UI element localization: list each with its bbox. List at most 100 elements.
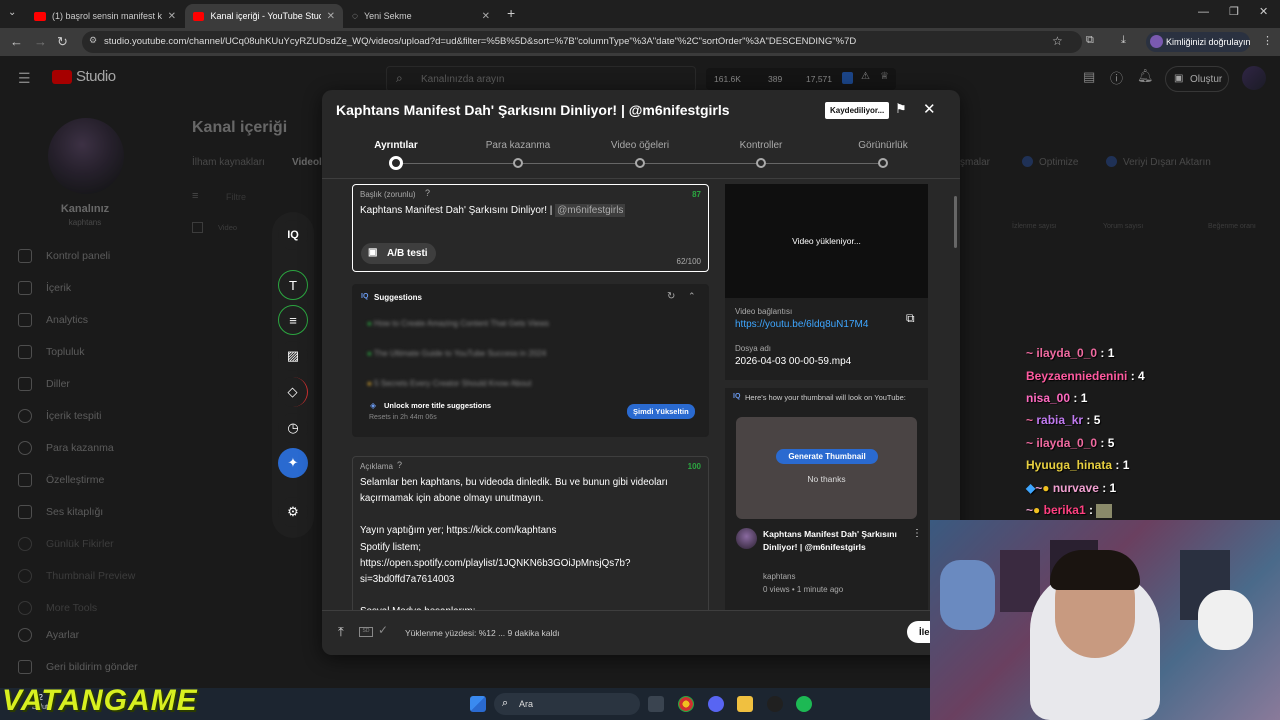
vidiq-logo-button[interactable]: IQ	[278, 220, 308, 250]
back-icon[interactable]: ←	[10, 34, 23, 49]
chat-line: Hyuuga_hinata : 1	[1026, 458, 1130, 472]
lock-icon: ◈	[370, 401, 377, 410]
help-icon[interactable]: ?	[425, 188, 430, 198]
video-link[interactable]: https://youtu.be/6ldq8uN17M4	[735, 319, 868, 330]
video-info: Video bağlantısı https://youtu.be/6ldq8u…	[725, 298, 928, 380]
title-input[interactable]: Kaphtans Manifest Dah' Şarkısını Dinliyo…	[360, 204, 626, 217]
new-tab-icon[interactable]: +	[507, 5, 515, 21]
file-name: 2026-04-03 00-00-59.mp4	[735, 356, 852, 367]
rail-settings-button[interactable]: ⚙	[278, 497, 308, 527]
step-dot-monetization[interactable]	[513, 158, 523, 168]
chat-user: Hyuuga_hinata	[1026, 458, 1113, 472]
ai-sparkle-button[interactable]: ✦	[278, 448, 308, 478]
step-checks[interactable]: Kontroller	[740, 140, 783, 151]
title-mention: @m6nifestgirls	[555, 204, 626, 217]
scrollbar-thumb[interactable]	[954, 196, 957, 248]
ab-test-button[interactable]: ▣ A/B testi	[361, 243, 436, 264]
profile-verify-button[interactable]: Kimliğinizi doğrulayın	[1146, 32, 1251, 52]
chat-line: ~ ilayda_0_0 : 5	[1026, 436, 1115, 450]
video-link-label: Video bağlantısı	[735, 307, 793, 316]
task-view-icon[interactable]	[648, 696, 664, 712]
step-dot-checks[interactable]	[756, 158, 766, 168]
description-field[interactable]: Açıklama ? 100 Selamlar ben kaphtans, bu…	[352, 456, 709, 616]
chat-line: Beyzaennieden­ini : 4	[1026, 369, 1145, 383]
no-thanks-button[interactable]: No thanks	[736, 474, 917, 484]
site-info-icon[interactable]: ⚙	[89, 35, 97, 46]
vidiq-tool-rail	[272, 212, 314, 538]
clock-icon: ◷	[287, 420, 299, 435]
chat-count: 4	[1138, 369, 1145, 383]
browser-tab-bar: ⌄ (1) başrol sensin manifest kaphta ✕ Ka…	[0, 0, 1280, 28]
profile-avatar	[1150, 35, 1163, 48]
chat-user: ilayda_0_0	[1036, 436, 1098, 450]
title-field[interactable]: Başlık (zorunlu) ? 87 Kaphtans Manifest …	[352, 184, 709, 272]
description-line: kaçırmamak için abone olmayı unutmayın.	[360, 493, 544, 505]
feedback-icon[interactable]: ⚑	[895, 101, 907, 117]
tab-list-icon[interactable]: ⌄	[8, 7, 16, 18]
vidiq-icon: IQ	[361, 293, 369, 300]
upload-modal: Kaphtans Manifest Dah' Şarkısını Dinliyo…	[322, 90, 960, 655]
chrome-icon[interactable]	[678, 696, 694, 712]
step-visibility[interactable]: Görünürlük	[858, 140, 907, 151]
description-text[interactable]: Selamlar ben kaphtans, bu videoda dinled…	[360, 475, 705, 615]
url-text: studio.youtube.com/channel/UCq08uhKUuYcy…	[104, 36, 857, 47]
chevron-up-icon[interactable]: ⌃	[688, 291, 696, 302]
taskbar-search[interactable]: ⌕ Ara	[494, 693, 640, 715]
generate-thumbnail-button[interactable]: Generate Thumbnail	[776, 449, 878, 464]
tab-youtube-video[interactable]: (1) başrol sensin manifest kaphta ✕	[26, 4, 184, 28]
step-details[interactable]: Ayrıntılar	[374, 140, 418, 151]
minimize-icon[interactable]: —	[1198, 6, 1209, 18]
obs-icon[interactable]	[767, 696, 783, 712]
step-dot-visibility[interactable]	[878, 158, 888, 168]
thumbnail-tool-button[interactable]: ▨	[278, 341, 308, 371]
close-tab-icon[interactable]: ✕	[168, 11, 176, 22]
step-dot-video-elements[interactable]	[635, 158, 645, 168]
close-window-icon[interactable]: ✕	[1259, 5, 1268, 18]
close-tab-icon[interactable]: ✕	[482, 11, 490, 22]
close-tab-icon[interactable]: ✕	[327, 11, 335, 22]
upgrade-button[interactable]: Şimdi Yükseltin	[627, 404, 695, 419]
step-monetization[interactable]: Para kazanma	[486, 140, 550, 151]
refresh-icon[interactable]: ↻	[667, 291, 675, 302]
address-input[interactable]: ⚙ studio.youtube.com/channel/UCq08uhKUuY…	[82, 31, 1082, 53]
vidiq-icon: IQ	[733, 393, 741, 400]
heart-icon: ~	[1026, 346, 1037, 360]
spotify-icon[interactable]	[796, 696, 812, 712]
step-dot-details[interactable]	[389, 156, 403, 170]
tab-youtube-studio[interactable]: Kanal içeriği - YouTube Studio ✕	[185, 4, 343, 28]
webcam-overlay	[930, 520, 1280, 720]
tags-tool-button[interactable]: ◇	[278, 377, 308, 407]
description-line: https://open.spotify.com/playlist/1JQNKN…	[360, 557, 631, 569]
heart-icon: ~	[1026, 413, 1037, 427]
description-label: Açıklama	[360, 462, 393, 471]
menu-kebab-icon[interactable]: ⋮	[1262, 34, 1273, 47]
search-label: Ara	[519, 699, 534, 709]
windows-start-icon[interactable]	[470, 696, 486, 712]
title-score: 87	[692, 190, 701, 199]
unlock-label: Unlock more title suggestions	[384, 401, 492, 410]
description-tool-button[interactable]: ≡	[278, 305, 308, 335]
uploading-text: Video yükleniyor...	[792, 236, 861, 246]
tab-new-tab[interactable]: ◌ Yeni Sekme ✕	[344, 4, 498, 28]
suggestion-item: ● How to Create Amazing Content That Get…	[367, 319, 549, 328]
chat-line: ~● berika1 :	[1026, 503, 1113, 518]
chat-count: 5	[1107, 436, 1115, 450]
download-icon[interactable]: ⤓	[1121, 34, 1126, 47]
copy-icon[interactable]: ⧉	[906, 311, 915, 326]
discord-icon[interactable]	[708, 696, 724, 712]
close-icon[interactable]: ✕	[923, 100, 936, 118]
extensions-icon[interactable]: ⧉	[1086, 34, 1094, 47]
forward-icon[interactable]: →	[34, 34, 47, 49]
saving-status: Kaydediliyor...	[825, 102, 890, 119]
person-hair	[1050, 550, 1140, 590]
maximize-icon[interactable]: ❐	[1229, 5, 1239, 18]
modal-footer: ⤒ SD ✓ Yüklenme yüzdesi: %12 ... 9 dakik…	[322, 610, 960, 655]
reload-icon[interactable]: ↻	[57, 34, 68, 50]
schedule-tool-button[interactable]: ◷	[278, 413, 308, 443]
file-explorer-icon[interactable]	[737, 696, 753, 712]
title-tool-button[interactable]: T	[278, 270, 308, 300]
help-icon[interactable]: ?	[397, 460, 402, 470]
step-video-elements[interactable]: Video öğeleri	[611, 140, 669, 151]
bookmark-star-icon[interactable]: ☆	[1052, 34, 1063, 48]
kebab-menu-icon[interactable]: ⋮	[912, 528, 922, 539]
